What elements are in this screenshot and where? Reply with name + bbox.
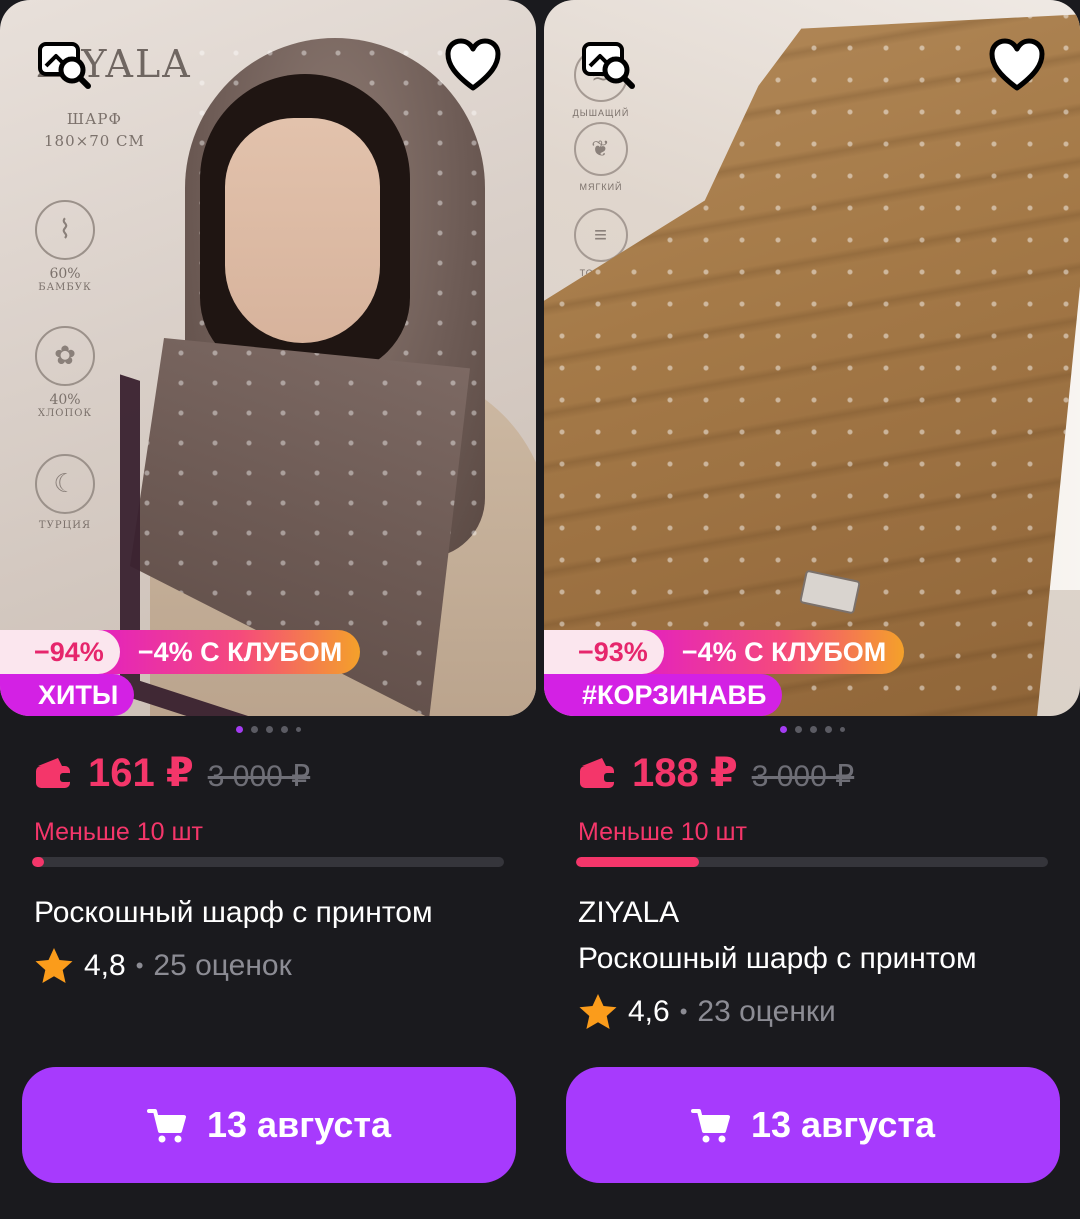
discount-badges: −94% −4% С КЛУБОМ [0, 630, 361, 676]
model-illustration [120, 38, 536, 716]
current-price: 188 ₽ [632, 751, 738, 795]
delivery-date: 13 августа [207, 1104, 391, 1145]
star-icon [35, 948, 73, 983]
feature-soft: ❦ МЯГКИЙ [566, 122, 636, 192]
feature-cotton: ✿ 40% ХЛОПОК [20, 326, 110, 419]
feature-bamboo: ⌇ 60% БАМБУК [20, 200, 110, 293]
similar-search-icon[interactable] [34, 34, 96, 96]
feature-label: МЯГКИЙ [579, 182, 623, 192]
stock-progress-fill [32, 857, 44, 867]
slide-dot [281, 726, 288, 733]
feature-label: ДЫШАЩИЙ [572, 108, 630, 118]
cotton-icon: ✿ [35, 326, 95, 386]
slide-dot [795, 726, 802, 733]
slide-indicator [780, 726, 845, 733]
slide-dot [825, 726, 832, 733]
promo-tag-badge: #КОРЗИНАВБ [544, 674, 783, 716]
wallet-icon [36, 758, 72, 788]
discount-badges: −93% −4% С КЛУБОМ [544, 630, 905, 676]
bamboo-icon: ⌇ [35, 200, 95, 260]
product-brand: ZIYALA [578, 896, 680, 929]
discount-badge: −93% [544, 630, 664, 674]
rating-score: 4,6 [628, 995, 670, 1028]
promo-tag-badge: ХИТЫ [0, 674, 135, 716]
favorite-heart-icon[interactable] [986, 34, 1048, 96]
feature-label: ХЛОПОК [37, 408, 93, 419]
current-price: 161 ₽ [88, 751, 194, 795]
feature-label: БАМБУК [38, 282, 92, 293]
stock-progress-bar [576, 857, 1048, 867]
slide-dot [251, 726, 258, 733]
cart-icon [691, 1109, 730, 1143]
product-photo[interactable]: ≋ ДЫШАЩИЙ ❦ МЯГКИЙ ≡ ТОНКИЙ [544, 0, 1080, 716]
club-discount-badge: −4% С КЛУБОМ [637, 630, 905, 674]
stock-progress-fill [576, 857, 699, 867]
price-row: 188 ₽ 3 000 ₽ [578, 750, 854, 796]
feature-value: 40% [49, 392, 81, 408]
product-photo[interactable]: ZIYALA ШАРФ 180×70 СМ ⌇ 60% БАМБУК ✿ 40%… [0, 0, 536, 716]
similar-search-icon[interactable] [578, 34, 640, 96]
product-grid: ZIYALA ШАРФ 180×70 СМ ⌇ 60% БАМБУК ✿ 40%… [0, 0, 1080, 1219]
slide-dot [840, 727, 845, 732]
cart-icon [147, 1109, 186, 1143]
old-price: 3 000 ₽ [207, 760, 311, 793]
discount-badge: −94% [0, 630, 120, 674]
feature-value: 60% [49, 266, 81, 282]
price-row: 161 ₽ 3 000 ₽ [34, 750, 310, 796]
product-title[interactable]: ZIYALA Роскошный шарф с принтом [578, 890, 1068, 982]
slide-dot [810, 726, 817, 733]
add-to-cart-button[interactable]: 13 августа [22, 1067, 516, 1183]
rating-row: 4,8 • 25 оценок [34, 946, 292, 986]
feature-turkey: ☾ ТУРЦИЯ [20, 454, 110, 531]
slide-dot [296, 727, 301, 732]
old-price: 3 000 ₽ [751, 760, 855, 793]
crescent-icon: ☾ [35, 454, 95, 514]
review-count: 25 оценок [153, 949, 292, 982]
stock-warning: Меньше 10 шт [578, 818, 748, 846]
slide-dot [236, 726, 243, 733]
product-title[interactable]: Роскошный шарф с принтом [34, 890, 524, 936]
slide-dot [266, 726, 273, 733]
slide-indicator [236, 726, 301, 733]
product-name: Роскошный шарф с принтом [34, 896, 433, 929]
slide-dot [780, 726, 787, 733]
review-count: 23 оценки [697, 995, 836, 1028]
product-name: Роскошный шарф с принтом [578, 942, 977, 975]
club-discount-badge: −4% С КЛУБОМ [93, 630, 361, 674]
feather-icon: ❦ [574, 122, 628, 176]
rating-separator: • [135, 953, 144, 978]
favorite-heart-icon[interactable] [442, 34, 504, 96]
product-card[interactable]: ZIYALA ШАРФ 180×70 СМ ⌇ 60% БАМБУК ✿ 40%… [0, 0, 536, 1219]
stock-warning: Меньше 10 шт [34, 818, 204, 846]
rating-separator: • [679, 999, 688, 1024]
product-card[interactable]: ≋ ДЫШАЩИЙ ❦ МЯГКИЙ ≡ ТОНКИЙ [544, 0, 1080, 1219]
wallet-icon [580, 758, 616, 788]
rating-score: 4,8 [84, 949, 126, 982]
star-icon [579, 994, 617, 1029]
delivery-date: 13 августа [751, 1104, 935, 1145]
feature-label: ТУРЦИЯ [38, 520, 92, 531]
add-to-cart-button[interactable]: 13 августа [566, 1067, 1060, 1183]
stock-progress-bar [32, 857, 504, 867]
rating-row: 4,6 • 23 оценки [578, 992, 836, 1032]
face-shape [225, 118, 380, 343]
